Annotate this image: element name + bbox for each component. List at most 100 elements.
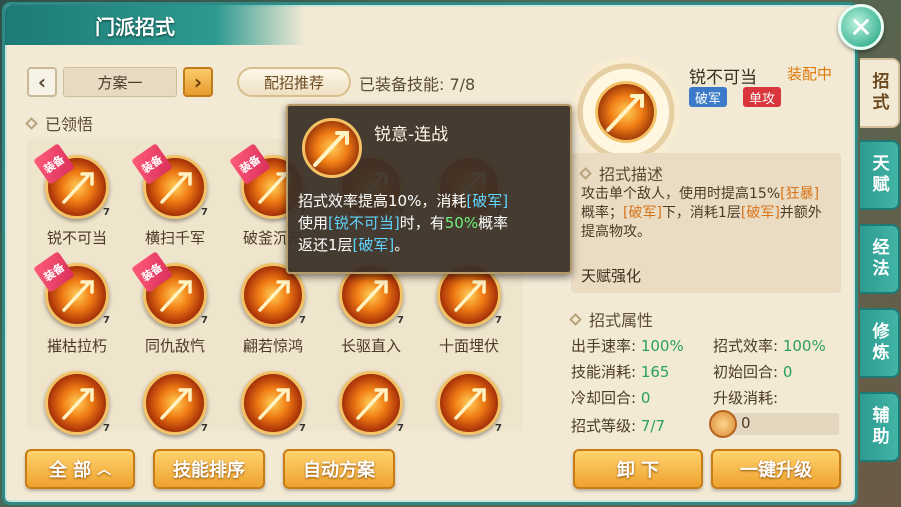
prev-scheme-button[interactable]: ‹ bbox=[27, 67, 57, 97]
scheme-name: 方案一 bbox=[63, 67, 177, 97]
attr-label: 冷却回合: bbox=[571, 389, 637, 407]
chevron-right-icon: › bbox=[193, 70, 203, 94]
skill-level: 7 bbox=[397, 423, 404, 434]
tab-label: 经法 bbox=[868, 238, 889, 280]
tooltip-line-1: 招式效率提高10%，消耗[破军] bbox=[298, 190, 568, 212]
skill-name: 横扫千军 bbox=[144, 229, 205, 247]
skill-slot[interactable]: 装备 7 横扫千军 bbox=[127, 143, 223, 255]
tooltip-description: 招式效率提高10%，消耗[破军] 使用[锐不可当]时，有50%概率 返还1层[破… bbox=[298, 190, 568, 256]
skill-level: 7 bbox=[103, 315, 110, 326]
spear-icon bbox=[258, 388, 290, 420]
tt-text: 返还1层 bbox=[298, 236, 353, 254]
desc-section-title: 招式描述 bbox=[579, 161, 664, 185]
attr-label: 升级消耗: bbox=[713, 389, 779, 407]
skill-icon bbox=[45, 371, 109, 435]
attr-upgrade-cost: 升级消耗: bbox=[713, 387, 778, 408]
tt-highlight: [锐不可当] bbox=[328, 214, 400, 232]
attr-label: 技能消耗: bbox=[571, 363, 637, 381]
desc-highlight: [破军] bbox=[623, 205, 662, 221]
skill-name: 摧枯拉朽 bbox=[46, 337, 107, 355]
skill-slot[interactable]: 7 长驱直入 bbox=[323, 263, 419, 363]
tooltip-line-3: 返还1层[破军]。 bbox=[298, 234, 568, 256]
recommend-button[interactable]: 配招推荐 bbox=[237, 67, 351, 97]
attr-speed: 出手速率: 100% bbox=[571, 335, 684, 356]
skill-description: 攻击单个敌人，使用时提高15%[狂暴]概率；[破军]下，消耗1层[破军]并额外提… bbox=[581, 185, 833, 242]
title-bar: 门派招式 bbox=[5, 5, 305, 45]
skill-level: 7 bbox=[495, 315, 502, 326]
skill-level: 7 bbox=[103, 207, 110, 218]
skill-icon bbox=[143, 371, 207, 435]
tab-cultivation[interactable]: 修炼 bbox=[860, 308, 900, 378]
skill-slot[interactable]: 装备 7 摧枯拉朽 bbox=[29, 251, 125, 363]
type-badge-single: 单攻 bbox=[743, 87, 782, 107]
skill-level: 7 bbox=[299, 423, 306, 434]
spear-icon bbox=[606, 94, 644, 132]
tt-text: 。 bbox=[394, 236, 410, 254]
upgrade-all-button[interactable]: 一键升级 bbox=[711, 449, 841, 489]
scheme-selector: ‹ 方案一 › bbox=[27, 67, 213, 97]
sort-skills-button[interactable]: 技能排序 bbox=[153, 449, 265, 489]
attr-value: 7/7 bbox=[640, 417, 665, 435]
close-button[interactable]: ✕ bbox=[838, 4, 884, 50]
skill-name: 同仇敌忾 bbox=[144, 337, 205, 355]
desc-part: 下，消耗1层 bbox=[661, 205, 741, 221]
tooltip-line-2: 使用[锐不可当]时，有50%概率 bbox=[298, 212, 568, 234]
attr-label: 招式等级: bbox=[571, 417, 637, 435]
description-box[interactable]: 招式描述 攻击单个敌人，使用时提高15%[狂暴]概率；[破军]下，消耗1层[破军… bbox=[571, 153, 841, 293]
tab-talent[interactable]: 天赋 bbox=[860, 140, 900, 210]
tt-text: 招式效率提高10%，消耗 bbox=[298, 192, 467, 210]
spear-icon bbox=[160, 388, 192, 420]
selected-skill-name: 锐不可当 bbox=[689, 68, 757, 88]
attr-value: 100% bbox=[640, 337, 684, 355]
attr-value: 0 bbox=[782, 363, 793, 381]
desc-title-label: 招式描述 bbox=[599, 165, 664, 184]
tab-label: 天赋 bbox=[868, 154, 889, 196]
diamond-icon bbox=[25, 116, 38, 130]
skill-slot[interactable]: 7 翩若惊鸿 bbox=[225, 263, 321, 363]
attr-value: 100% bbox=[782, 337, 826, 355]
tab-assist[interactable]: 辅助 bbox=[860, 392, 900, 462]
skill-name: 锐不可当 bbox=[46, 229, 107, 247]
skill-level: 7 bbox=[201, 423, 208, 434]
attr-title-label: 招式属性 bbox=[589, 311, 654, 330]
skill-level: 7 bbox=[201, 315, 208, 326]
attr-label: 初始回合: bbox=[713, 363, 779, 381]
spear-icon bbox=[454, 388, 486, 420]
tab-label: 辅助 bbox=[868, 406, 889, 448]
skill-level: 7 bbox=[397, 315, 404, 326]
tt-text: 使用 bbox=[298, 214, 329, 232]
skill-level: 7 bbox=[495, 423, 502, 434]
skill-level: 7 bbox=[103, 423, 110, 434]
tooltip-skill-icon bbox=[302, 118, 362, 178]
close-icon: ✕ bbox=[849, 10, 873, 44]
skill-level: 7 bbox=[299, 315, 306, 326]
diamond-icon bbox=[569, 312, 582, 326]
skill-slot[interactable]: 7 bbox=[421, 371, 517, 471]
spear-icon bbox=[62, 388, 94, 420]
skill-slot[interactable]: 装备 7 同仇敌忾 bbox=[127, 251, 223, 363]
spear-icon bbox=[356, 280, 388, 312]
attr-label: 招式效率: bbox=[713, 337, 779, 355]
unequip-button[interactable]: 卸 下 bbox=[573, 449, 703, 489]
skill-slot[interactable]: 装备 7 锐不可当 bbox=[29, 143, 125, 255]
equip-status: 装配中 bbox=[787, 65, 833, 83]
desc-part: 概率； bbox=[581, 205, 623, 221]
attr-value: 0 bbox=[640, 389, 651, 407]
selected-skill-icon bbox=[595, 81, 657, 143]
tab-scripture[interactable]: 经法 bbox=[860, 224, 900, 294]
next-scheme-button[interactable]: › bbox=[183, 67, 213, 97]
skill-name: 十面埋伏 bbox=[438, 337, 499, 355]
filter-all-button[interactable]: 全 部 ︿ bbox=[25, 449, 135, 489]
spear-icon bbox=[313, 131, 349, 167]
tt-percent: 50% bbox=[444, 214, 479, 232]
spear-icon bbox=[356, 388, 388, 420]
attr-cooldown: 冷却回合: 0 bbox=[571, 387, 650, 408]
talent-title: 天赋强化 bbox=[581, 267, 642, 285]
skill-slot[interactable]: 7 十面埋伏 bbox=[421, 263, 517, 363]
diamond-icon bbox=[579, 166, 592, 180]
equipped-count: 已装备技能: 7/8 bbox=[359, 75, 476, 94]
tt-text: 概率 bbox=[478, 214, 509, 232]
tab-skills[interactable]: 招式 bbox=[860, 58, 900, 128]
auto-scheme-button[interactable]: 自动方案 bbox=[283, 449, 395, 489]
selected-skill-frame bbox=[571, 57, 681, 167]
